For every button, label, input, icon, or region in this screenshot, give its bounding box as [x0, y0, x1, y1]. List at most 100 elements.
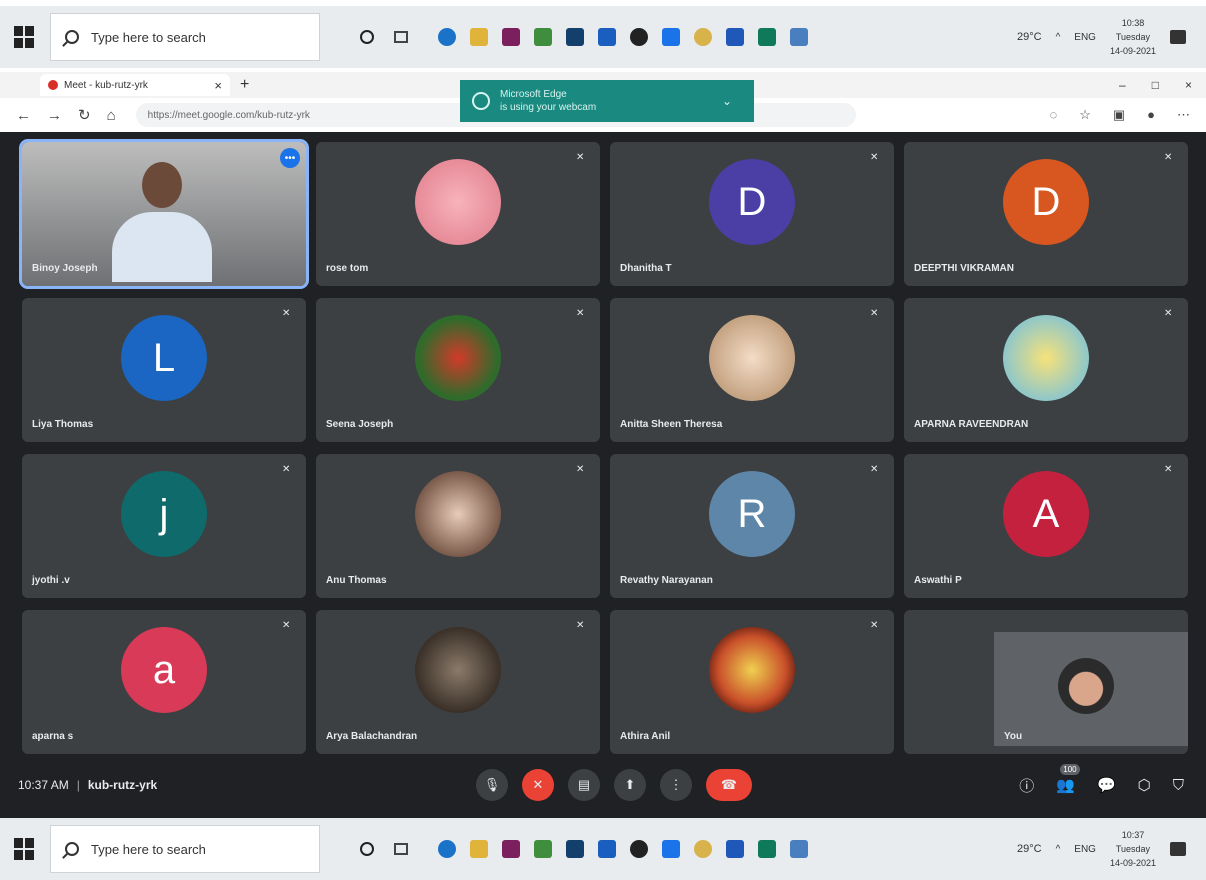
new-tab-icon[interactable]: +	[240, 76, 249, 94]
app-icon[interactable]	[694, 28, 712, 46]
participant-tile[interactable]: ✕ Arya Balachandran	[316, 610, 600, 754]
close-window-icon[interactable]: ×	[1185, 78, 1192, 92]
more-options-icon[interactable]: ⋮	[660, 769, 692, 801]
chevron-up-icon[interactable]: ^	[1056, 32, 1061, 43]
search-placeholder: Type here to search	[91, 841, 206, 857]
meet-side-controls: ⓘ 👥 100 💬 ⬡ ⛉	[1019, 764, 1184, 796]
edge-icon[interactable]	[438, 840, 456, 858]
participant-tile[interactable]: ✕ rose tom	[316, 142, 600, 286]
maximize-icon[interactable]: □	[1152, 78, 1159, 92]
taskbar-clock[interactable]: 10:38 Tuesday 14-09-2021	[1110, 16, 1156, 58]
mic-off-icon: ✕	[870, 308, 879, 319]
notification-icon[interactable]	[1170, 842, 1186, 856]
app-icon[interactable]	[662, 28, 680, 46]
app-icon[interactable]	[502, 28, 520, 46]
participant-tile[interactable]: ✕ Seena Joseph	[316, 298, 600, 442]
participant-tile[interactable]: ✕ Anitta Sheen Theresa	[610, 298, 894, 442]
chevron-up-icon[interactable]: ^	[1056, 844, 1061, 855]
profile-icon[interactable]: ●	[1147, 107, 1155, 123]
host-controls-icon[interactable]: ⛉	[1173, 777, 1184, 794]
participant-tile[interactable]: ✕ Anu Thomas	[316, 454, 600, 598]
tab-meet[interactable]: Meet - kub-rutz-yrk ×	[40, 74, 230, 96]
app-icon[interactable]	[790, 28, 808, 46]
app-icon[interactable]	[534, 28, 552, 46]
activities-icon[interactable]: ⬡	[1138, 776, 1151, 794]
participant-tile[interactable]: ✕ Athira Anil	[610, 610, 894, 754]
present-screen-icon[interactable]: ⬆	[614, 769, 646, 801]
participant-tile[interactable]: ••• Binoy Joseph	[19, 139, 309, 289]
app-icon[interactable]	[662, 840, 680, 858]
people-icon[interactable]: 👥 100	[1056, 764, 1080, 794]
minimize-icon[interactable]: –	[1119, 78, 1126, 92]
more-options-icon[interactable]: •••	[280, 148, 300, 168]
end-call-button[interactable]: ☎	[706, 769, 752, 801]
participant-tile[interactable]: R ✕ Revathy Narayanan	[610, 454, 894, 598]
taskbar-search-input[interactable]: Type here to search	[50, 13, 320, 61]
windows-start-icon[interactable]	[14, 26, 36, 48]
refresh-icon[interactable]: ↻	[78, 106, 91, 124]
camera-off-icon[interactable]: ✕	[522, 769, 554, 801]
cortana-icon[interactable]	[360, 842, 374, 856]
forward-icon[interactable]: →	[47, 107, 62, 124]
participant-tile[interactable]: ✕ APARNA RAVEENDRAN	[904, 298, 1188, 442]
participant-tile[interactable]: L ✕ Liya Thomas	[22, 298, 306, 442]
file-explorer-icon[interactable]	[470, 840, 488, 858]
weather-temp[interactable]: 29°C	[1017, 31, 1042, 43]
webcam-notification[interactable]: Microsoft Edge is using your webcam ⌄	[460, 80, 754, 122]
taskbar-search-input[interactable]: Type here to search	[50, 825, 320, 873]
favorite-icon[interactable]: ☆	[1079, 107, 1091, 123]
photoshop-icon[interactable]	[566, 840, 584, 858]
task-view-icon[interactable]	[394, 31, 408, 43]
collections-icon[interactable]: ▣	[1113, 107, 1125, 123]
taskbar-clock[interactable]: 10:37 Tuesday 14-09-2021	[1110, 828, 1156, 870]
participant-tile[interactable]: A ✕ Aswathi P	[904, 454, 1188, 598]
home-icon[interactable]: ⌂	[107, 107, 116, 124]
microphone-icon[interactable]: 🎙	[476, 769, 508, 801]
settings-more-icon[interactable]: ⋯	[1177, 107, 1190, 123]
app-icon[interactable]	[502, 840, 520, 858]
chat-icon[interactable]: 💬	[1097, 776, 1116, 794]
captions-icon[interactable]: ▤	[568, 769, 600, 801]
self-tile[interactable]: You	[904, 610, 1188, 754]
participant-photo	[1003, 315, 1089, 402]
extension-icon[interactable]: ◌	[1049, 107, 1057, 123]
mic-off-icon: ✕	[282, 464, 291, 475]
close-tab-icon[interactable]: ×	[214, 78, 222, 93]
weather-temp[interactable]: 29°C	[1017, 843, 1042, 855]
word-icon[interactable]	[726, 28, 744, 46]
clock-day: Tuesday	[1115, 32, 1151, 42]
taskbar-bottom: Type here to search 29°C ^ ENG 10:37 Tue…	[0, 818, 1206, 880]
participant-tile[interactable]: D ✕ Dhanitha T	[610, 142, 894, 286]
participant-name: rose tom	[326, 263, 369, 274]
edge-icon[interactable]	[438, 28, 456, 46]
chevron-down-icon[interactable]: ⌄	[722, 94, 732, 108]
app-icon[interactable]	[534, 840, 552, 858]
app-icon[interactable]	[598, 28, 616, 46]
webcam-icon	[472, 92, 490, 110]
cortana-icon[interactable]	[360, 30, 374, 44]
photoshop-icon[interactable]	[566, 28, 584, 46]
windows-start-icon[interactable]	[14, 838, 36, 860]
app-icon[interactable]	[758, 28, 776, 46]
app-icon[interactable]	[758, 840, 776, 858]
tray-lang[interactable]: ENG	[1074, 32, 1096, 43]
file-explorer-icon[interactable]	[470, 28, 488, 46]
app-icon[interactable]	[694, 840, 712, 858]
system-tray: 29°C ^ ENG 10:37 Tuesday 14-09-2021	[1017, 828, 1206, 870]
participant-tile[interactable]: D ✕ DEEPTHI VIKRAMAN	[904, 142, 1188, 286]
app-icon[interactable]	[630, 840, 648, 858]
task-view-icon[interactable]	[394, 843, 408, 855]
back-icon[interactable]: ←	[16, 107, 31, 124]
notification-icon[interactable]	[1170, 30, 1186, 44]
participant-tile[interactable]: a ✕ aparna s	[22, 610, 306, 754]
word-icon[interactable]	[726, 840, 744, 858]
info-icon[interactable]: ⓘ	[1019, 775, 1034, 796]
participant-tile[interactable]: j ✕ jyothi .v	[22, 454, 306, 598]
app-icon[interactable]	[630, 28, 648, 46]
app-icon[interactable]	[598, 840, 616, 858]
tray-lang[interactable]: ENG	[1074, 844, 1096, 855]
participant-avatar: j	[121, 471, 207, 558]
participant-name: Aswathi P	[914, 575, 962, 586]
toast-title: Microsoft Edge	[500, 89, 567, 100]
app-icon[interactable]	[790, 840, 808, 858]
